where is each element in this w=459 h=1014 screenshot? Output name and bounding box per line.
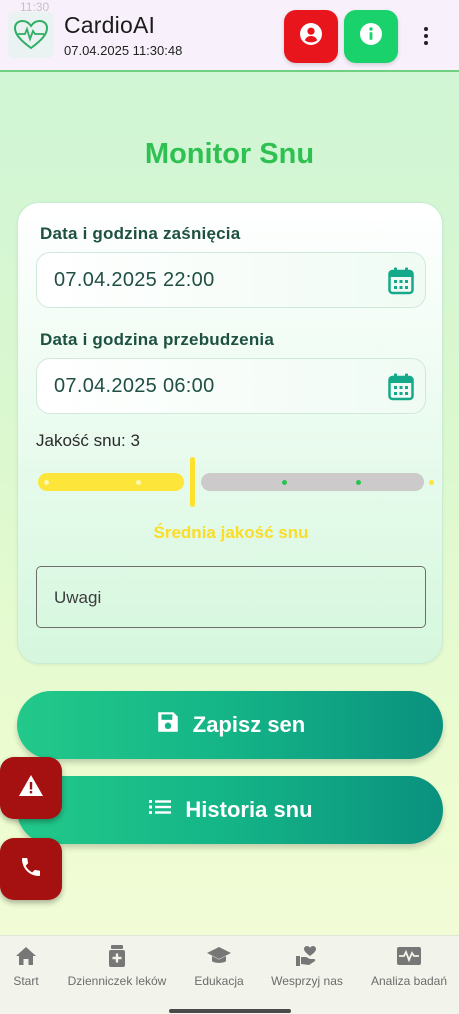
calendar-icon[interactable]: [388, 373, 414, 406]
bottom-navigation: Start Dzienniczek leków Edukacja Wesprzy…: [0, 935, 459, 1014]
info-button[interactable]: [344, 10, 398, 63]
save-label: Zapisz sen: [192, 712, 306, 737]
history-label: Historia snu: [185, 797, 313, 822]
slider-tick: [429, 480, 434, 485]
slider-thumb[interactable]: [190, 457, 195, 507]
list-icon: [147, 796, 173, 824]
home-icon: [14, 944, 38, 968]
nav-label: Edukacja: [194, 974, 244, 988]
nav-item-support-us[interactable]: Wesprzyj nas: [268, 936, 346, 1006]
slider-tick: [136, 480, 141, 485]
school-icon: [206, 944, 232, 968]
nav-label: Start: [13, 974, 39, 988]
heart-logo-icon: [8, 12, 54, 58]
quality-label: Jakość snu: 3: [36, 431, 140, 450]
info-icon: [359, 22, 383, 51]
profile-button[interactable]: [284, 10, 338, 63]
sleep-form-card: Data i godzina zaśnięcia 07.04.2025 22:0…: [17, 202, 443, 664]
quality-slider[interactable]: [36, 455, 434, 515]
nav-label: Analiza badań: [370, 974, 448, 988]
slider-track-active: [38, 473, 184, 491]
save-sleep-button[interactable]: Zapisz sen: [17, 691, 443, 759]
more-vert-icon[interactable]: [412, 22, 440, 50]
calendar-icon[interactable]: [388, 267, 414, 300]
emergency-call-button[interactable]: [0, 838, 62, 900]
emergency-alert-button[interactable]: [0, 757, 62, 819]
notes-placeholder: Uwagi: [54, 588, 102, 607]
gesture-home-bar: [169, 1009, 291, 1013]
slider-tick: [356, 480, 361, 485]
wake-field[interactable]: 07.04.2025 06:00: [36, 358, 426, 414]
app-datetime: 07.04.2025 11:30:48: [64, 43, 183, 58]
nav-item-education[interactable]: Edukacja: [189, 936, 249, 1006]
sleep-history-button[interactable]: Historia snu: [17, 776, 443, 844]
phone-icon: [19, 855, 43, 884]
nav-item-medication-diary[interactable]: Dzienniczek leków: [62, 936, 172, 1006]
volunteer-icon: [294, 944, 320, 968]
slider-tick: [282, 480, 287, 485]
save-icon: [155, 709, 181, 741]
slider-tick: [44, 480, 49, 485]
sleep-start-label: Data i godzina zaśnięcia: [40, 224, 241, 243]
profile-icon: [299, 22, 323, 51]
nav-label: Dzienniczek leków: [67, 974, 167, 988]
monitor-heart-icon: [396, 944, 422, 968]
notes-input[interactable]: Uwagi: [36, 566, 426, 628]
warning-icon: [18, 774, 44, 803]
sleep-start-value: 07.04.2025 22:00: [54, 269, 215, 291]
nav-item-test-analysis[interactable]: Analiza badań: [366, 936, 452, 1006]
medication-icon: [107, 944, 127, 968]
wake-label: Data i godzina przebudzenia: [40, 330, 274, 349]
quality-description: Średnia jakość snu: [153, 523, 309, 542]
app-bar: 11:30 CardioAI 07.04.2025 11:30:48: [0, 0, 459, 72]
nav-item-start[interactable]: Start: [6, 936, 46, 1006]
sleep-start-field[interactable]: 07.04.2025 22:00: [36, 252, 426, 308]
page-title: Monitor Snu: [144, 138, 315, 170]
wake-value: 07.04.2025 06:00: [54, 375, 215, 397]
nav-label: Wesprzyj nas: [271, 974, 343, 988]
app-title: CardioAI: [64, 12, 156, 38]
slider-track-inactive: [201, 473, 424, 491]
